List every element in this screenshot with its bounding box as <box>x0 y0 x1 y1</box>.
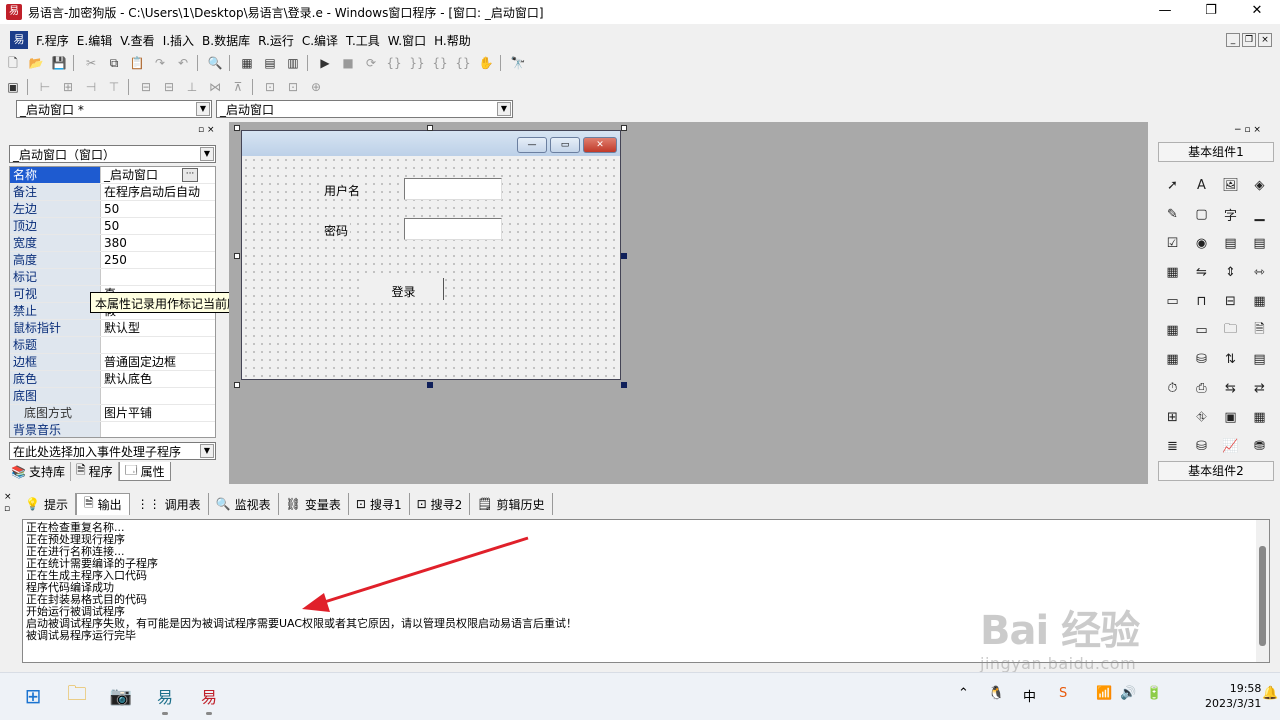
running-indicator <box>206 712 212 715</box>
clock[interactable]: 19:58 2023/3/31 <box>1205 681 1261 711</box>
watermark: Bai 经验 jingyan.baidu.com <box>980 598 1140 673</box>
watermark-logo: Bai 经验 <box>980 608 1140 654</box>
camera-icon[interactable]: 📷 <box>108 683 134 709</box>
sogou-icon[interactable]: S <box>1059 686 1067 701</box>
running-indicator <box>162 712 168 715</box>
eyuyan-taskbar-icon[interactable]: 易 <box>152 683 178 709</box>
watermark-url: jingyan.baidu.com <box>980 654 1137 673</box>
wifi-icon[interactable]: 📶 <box>1096 686 1112 701</box>
clock-time: 19:58 <box>1229 682 1262 695</box>
file-explorer-icon[interactable]: 🗀 <box>64 681 90 709</box>
chevron-up-icon[interactable]: ⌃ <box>958 686 969 701</box>
windows-start-icon[interactable]: ⊞ <box>20 683 46 709</box>
battery-icon[interactable]: 🔋 <box>1146 686 1162 701</box>
qq-icon[interactable]: 🐧 <box>988 686 1004 701</box>
taskbar <box>0 672 1280 720</box>
ime-indicator[interactable]: 中 <box>1023 686 1036 705</box>
clock-date: 2023/3/31 <box>1205 697 1262 710</box>
notification-icon[interactable]: 🔔 <box>1262 686 1278 701</box>
volume-icon[interactable]: 🔊 <box>1120 686 1136 701</box>
eyuyan-dongle-taskbar-icon[interactable]: 易 <box>196 683 222 709</box>
